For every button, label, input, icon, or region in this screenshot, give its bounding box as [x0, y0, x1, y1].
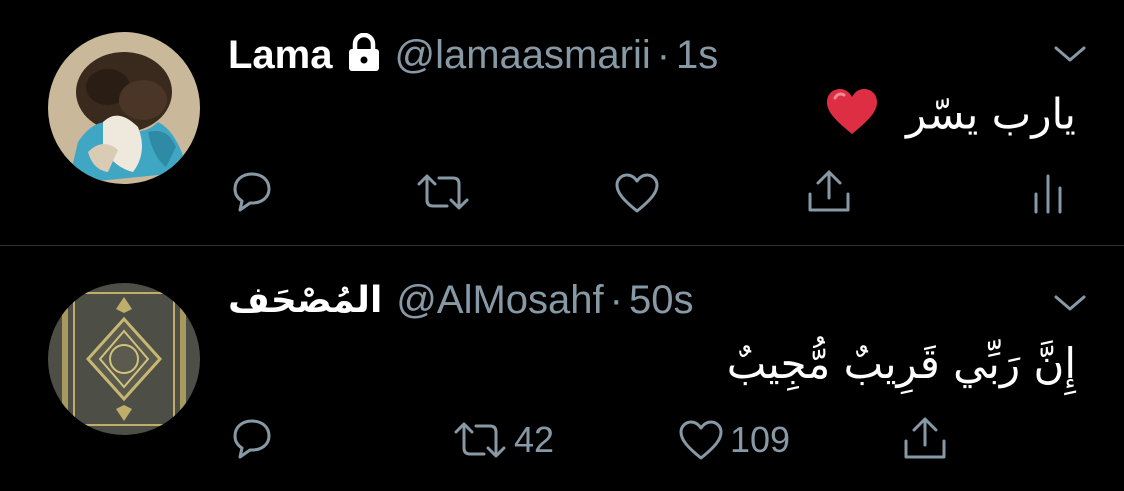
share-button[interactable]	[806, 168, 852, 214]
like-count: 109	[730, 419, 791, 460]
retweet-count: 42	[514, 419, 555, 460]
user-handle[interactable]: @AlMosahf	[396, 278, 603, 323]
separator-dot: ·	[609, 277, 623, 322]
chevron-down-icon[interactable]	[1050, 283, 1090, 323]
share-icon	[904, 417, 946, 459]
analytics-icon	[1034, 174, 1062, 214]
tweet-text-content: يارب يسّر	[906, 89, 1076, 139]
timestamp[interactable]: 50s	[629, 278, 694, 323]
reply-button[interactable]	[232, 417, 272, 459]
separator-dot: ·	[656, 32, 671, 77]
lock-icon	[347, 32, 381, 78]
avatar-almosahf[interactable]	[48, 283, 200, 435]
tweet-text: يارب يسّر	[825, 88, 1076, 146]
retweet-button[interactable]	[415, 172, 471, 212]
display-name[interactable]: المُصْحَف	[228, 280, 382, 321]
like-icon	[679, 420, 723, 460]
retweet-icon	[454, 422, 506, 458]
tweet-almosahf[interactable]: المُصْحَف @AlMosahf · 50s إِنَّ رَبِّي ق…	[0, 247, 1124, 491]
chevron-down-icon[interactable]	[1050, 34, 1090, 74]
tweet-divider	[0, 245, 1124, 246]
tweet-header: Lama @lamaasmarii · 1s	[228, 30, 718, 80]
tweet-header: المُصْحَف @AlMosahf · 50s	[228, 275, 693, 325]
retweet-button[interactable]: 42	[452, 419, 554, 461]
retweet-icon	[417, 174, 469, 210]
reply-icon	[233, 172, 271, 212]
like-icon	[615, 173, 659, 213]
heart-emoji	[825, 88, 879, 146]
share-button[interactable]	[902, 415, 948, 461]
display-name[interactable]: Lama	[228, 33, 333, 78]
like-button[interactable]	[614, 172, 660, 214]
share-icon	[808, 170, 850, 212]
timestamp[interactable]: 1s	[676, 33, 718, 78]
analytics-button[interactable]	[1032, 172, 1064, 214]
tweet-lama[interactable]: Lama @lamaasmarii · 1s يارب يسّر	[0, 0, 1124, 246]
reply-icon	[233, 419, 271, 459]
tweet-text: إِنَّ رَبِّي قَرِيبٌ مُّجِيبٌ	[727, 339, 1076, 388]
avatar-lama[interactable]	[48, 32, 200, 184]
like-button[interactable]: 109	[678, 419, 790, 461]
tweet-text-content: إِنَّ رَبِّي قَرِيبٌ مُّجِيبٌ	[726, 339, 1076, 388]
reply-button[interactable]	[232, 170, 272, 212]
user-handle[interactable]: @lamaasmarii	[395, 33, 651, 78]
